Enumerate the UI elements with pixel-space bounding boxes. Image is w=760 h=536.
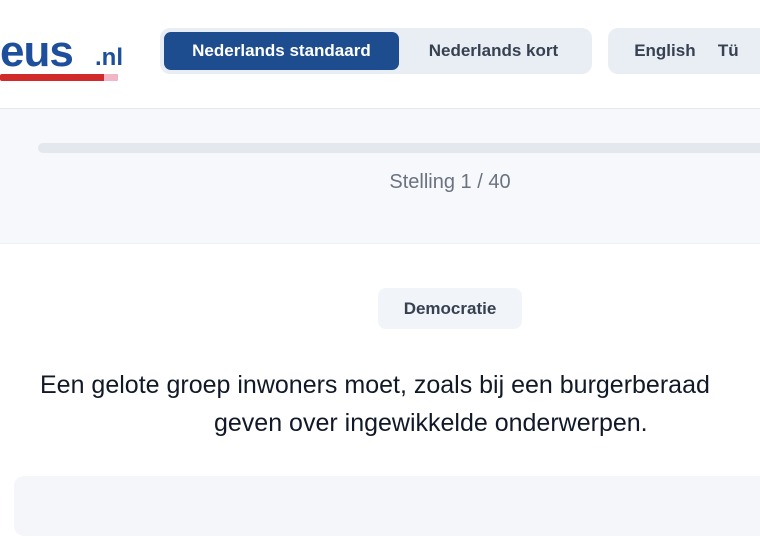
language-switch: English Tü	[608, 28, 760, 74]
statement-counter: Stelling 1 / 40	[389, 171, 511, 193]
nederlands-standaard-button[interactable]: Nederlands standaard	[164, 32, 399, 70]
site-logo[interactable]: eus .nl	[0, 24, 130, 84]
category-badge: Democratie	[378, 288, 522, 329]
logo-suffix: .nl	[95, 44, 123, 71]
statement-line-2: geven over ingewikkelde onderwerpen.	[214, 409, 648, 437]
top-header: eus .nl Nederlands standaard Nederlands …	[0, 0, 760, 109]
statement-line-1: Een gelote groep inwoners moet, zoals bi…	[40, 371, 710, 399]
explanation-panel[interactable]	[14, 476, 760, 536]
turkish-button[interactable]: Tü	[718, 32, 760, 70]
progress-section: Stelling 1 / 40	[0, 109, 760, 244]
logo-pencil-eraser	[104, 74, 118, 81]
dutch-version-switch: Nederlands standaard Nederlands kort	[160, 28, 592, 74]
statement-text: Een gelote groep inwoners moet, zoals bi…	[40, 366, 760, 442]
progress-bar	[38, 143, 760, 153]
nederlands-kort-button[interactable]: Nederlands kort	[399, 32, 588, 70]
logo-pencil-underline	[0, 74, 118, 81]
english-button[interactable]: English	[612, 32, 718, 70]
logo-text: eus	[0, 27, 74, 76]
